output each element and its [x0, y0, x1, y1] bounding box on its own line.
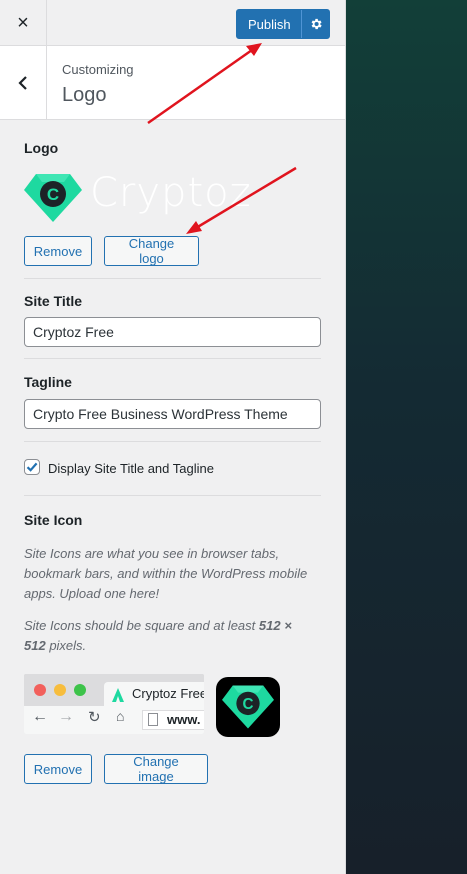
annotation-arrow-change-logo: [195, 166, 297, 230]
annotation-arrows: [147, 43, 297, 234]
annotation-arrow-publish: [147, 48, 253, 125]
arrowhead-icon: [186, 221, 202, 234]
